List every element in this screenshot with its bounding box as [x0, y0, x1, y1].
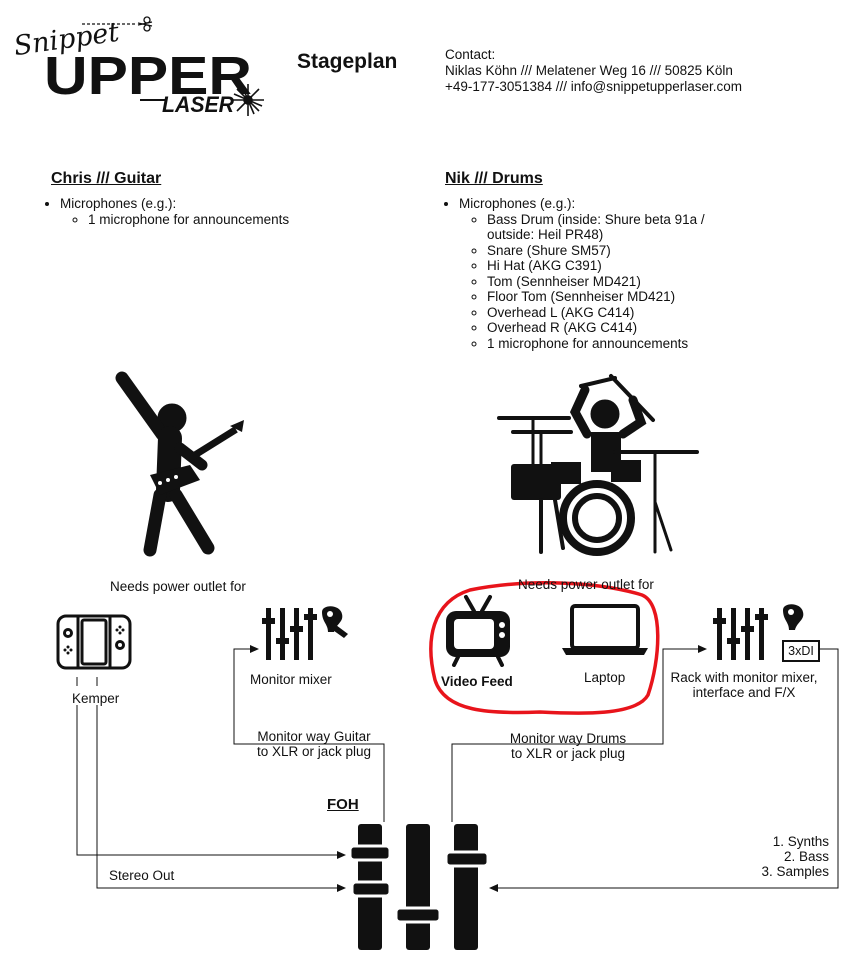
- foh-label: FOH: [327, 796, 359, 813]
- in-ear-monitor-icon: [322, 606, 348, 638]
- foh-mixer-icon: [348, 820, 492, 960]
- di-sources-list: 1. Synths 2. Bass 3. Samples: [761, 834, 829, 879]
- video-feed-label: Video Feed: [441, 674, 513, 689]
- power-note-left: Needs power outlet for: [110, 579, 246, 594]
- monitor-way-guitar-label: Monitor way Guitar to XLR or jack plug: [256, 729, 372, 759]
- laptop-icon: [562, 604, 648, 661]
- monitor-way-drums-label: Monitor way Drums to XLR or jack plug: [509, 731, 627, 761]
- kemper-label: Kemper: [72, 691, 120, 706]
- power-note-right: Needs power outlet for: [518, 577, 654, 592]
- monitor-mixer-label: Monitor mixer: [250, 672, 332, 687]
- monitor-mixer-icon: [262, 604, 354, 667]
- drummer-icon: [493, 372, 703, 562]
- laptop-label: Laptop: [584, 670, 626, 685]
- rack-label: Rack with monitor mixer, interface and F…: [670, 670, 818, 700]
- di-box: 3xDI: [782, 640, 820, 662]
- tv-icon: [444, 593, 512, 672]
- kemper-icon: [56, 613, 132, 676]
- in-ear-monitor-icon: [783, 604, 804, 630]
- guitarist-icon: [110, 370, 250, 565]
- stereo-out-label: Stereo Out: [109, 868, 175, 883]
